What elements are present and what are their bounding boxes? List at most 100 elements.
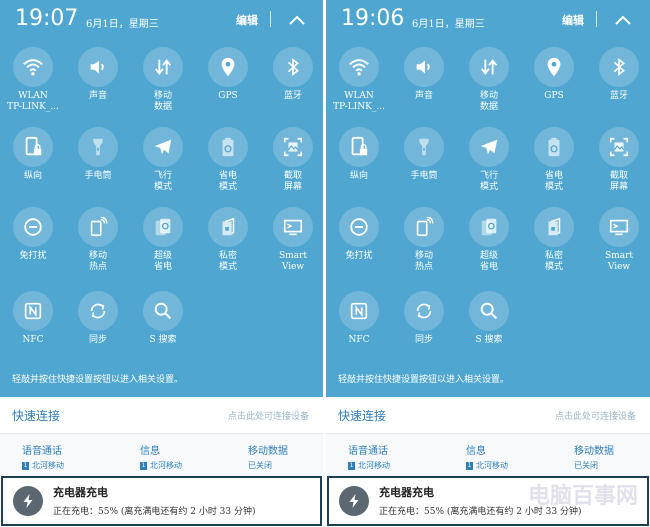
sync-icon bbox=[416, 303, 432, 319]
tile-power-saving[interactable]: 省电 模式 bbox=[524, 127, 584, 193]
mobile-data-icon bbox=[154, 59, 172, 75]
sim-1-badge: 1 bbox=[348, 461, 355, 470]
tile-ultra-power-saving[interactable]: 超级 省电 bbox=[459, 207, 519, 273]
sim-voice-call[interactable]: 语音通话 1 北河移动 bbox=[22, 442, 64, 471]
tile-private-mode[interactable]: 私密 模式 bbox=[524, 207, 584, 273]
tile-flashlight[interactable]: 手电筒 bbox=[394, 127, 454, 182]
tile-do-not-disturb[interactable]: 免打扰 bbox=[3, 207, 63, 262]
tile-portrait[interactable]: 纵向 bbox=[3, 127, 63, 182]
tile-private-mode[interactable]: 私密 模式 bbox=[198, 207, 258, 273]
tile-label: 私密 模式 bbox=[218, 251, 237, 272]
tile-label: 免打扰 bbox=[345, 251, 373, 261]
hotspot-icon bbox=[416, 216, 434, 237]
do-not-disturb-icon bbox=[24, 218, 42, 236]
tile-label: Smart View bbox=[279, 251, 307, 272]
s-finder-icon bbox=[154, 302, 172, 320]
sim-message[interactable]: 信息 1 北河移动 bbox=[140, 442, 182, 471]
sim-message-label: 信息 bbox=[466, 446, 486, 457]
quick-connect-bar[interactable]: 快速连接 点击此处可连接设备 bbox=[326, 397, 650, 433]
sim-1-badge: 1 bbox=[22, 461, 29, 470]
header-divider bbox=[270, 11, 271, 27]
tile-bluetooth[interactable]: 蓝牙 bbox=[263, 47, 323, 102]
wifi-icon bbox=[23, 59, 43, 76]
tile-label: 蓝牙 bbox=[609, 91, 628, 101]
quick-connect-hint: 点击此处可连接设备 bbox=[554, 412, 636, 422]
flashlight-icon bbox=[419, 138, 429, 156]
tile-mobile-data[interactable]: 移动 数据 bbox=[133, 47, 193, 113]
tile-label: 飞行 模式 bbox=[479, 171, 498, 192]
chevron-up-icon bbox=[289, 15, 305, 25]
portrait-lock-icon bbox=[351, 136, 368, 156]
tile-screenshot[interactable]: 截取 屏幕 bbox=[263, 127, 323, 193]
tile-sync[interactable]: 同步 bbox=[68, 291, 128, 346]
tile-gps[interactable]: GPS bbox=[524, 47, 584, 102]
tile-label: NFC bbox=[22, 335, 44, 345]
s-finder-icon bbox=[480, 302, 498, 320]
tile-smart-view[interactable]: Smart View bbox=[263, 207, 323, 273]
clock: 19:06 bbox=[341, 6, 405, 31]
tile-ultra-power-saving[interactable]: 超级 省电 bbox=[133, 207, 193, 273]
sim-mobile-data[interactable]: 移动数据 已关闭 bbox=[248, 442, 288, 471]
tile-label: WLAN TP-LINK_... bbox=[333, 91, 385, 112]
tile-label: 移动 热点 bbox=[88, 251, 107, 272]
tile-airplane[interactable]: 飞行 模式 bbox=[133, 127, 193, 193]
sim-message[interactable]: 信息 1 北河移动 bbox=[466, 442, 508, 471]
sim-mobile-data[interactable]: 移动数据 已关闭 bbox=[574, 442, 614, 471]
charging-notification[interactable]: 充电器充电 正在充电：55% (离充满电还有约 2 小时 33 分钟) bbox=[1, 476, 322, 526]
tile-sync[interactable]: 同步 bbox=[394, 291, 454, 346]
quick-connect-bar[interactable]: 快速连接 点击此处可连接设备 bbox=[0, 397, 323, 433]
tile-portrait[interactable]: 纵向 bbox=[329, 127, 389, 182]
sim-1-badge: 1 bbox=[466, 461, 473, 470]
private-mode-icon bbox=[222, 217, 235, 236]
ultra-power-saving-icon bbox=[155, 218, 171, 236]
quick-connect-title: 快速连接 bbox=[12, 409, 61, 423]
tile-sound[interactable]: 声音 bbox=[394, 47, 454, 102]
tile-hotspot[interactable]: 移动 热点 bbox=[394, 207, 454, 273]
tile-s-finder[interactable]: S 搜索 bbox=[459, 291, 519, 346]
collapse-button[interactable] bbox=[284, 9, 310, 31]
tile-label: 移动 热点 bbox=[414, 251, 433, 272]
tile-gps[interactable]: GPS bbox=[198, 47, 258, 102]
tile-label: 声音 bbox=[414, 91, 433, 101]
sim-voice-call[interactable]: 语音通话 1 北河移动 bbox=[348, 442, 390, 471]
tile-label: 同步 bbox=[414, 335, 433, 345]
power-saving-icon bbox=[548, 137, 560, 157]
charging-status: 正在充电：55% (离充满电还有约 2 小时 33 分钟) bbox=[53, 507, 256, 517]
tile-label: 纵向 bbox=[349, 171, 368, 181]
tile-sound[interactable]: 声音 bbox=[68, 47, 128, 102]
sound-icon bbox=[416, 60, 430, 74]
tile-power-saving[interactable]: 省电 模式 bbox=[198, 127, 258, 193]
tile-bluetooth[interactable]: 蓝牙 bbox=[589, 47, 649, 102]
watermark: 电脑百事网 bbox=[527, 484, 638, 509]
edit-button[interactable]: 编辑 bbox=[562, 12, 584, 28]
tile-hotspot[interactable]: 移动 热点 bbox=[68, 207, 128, 273]
sim-data-label: 移动数据 bbox=[574, 446, 614, 457]
tile-wlan[interactable]: WLAN TP-LINK_... bbox=[3, 47, 63, 113]
tile-nfc[interactable]: NFC bbox=[329, 291, 389, 346]
edit-button[interactable]: 编辑 bbox=[236, 12, 258, 28]
do-not-disturb-icon bbox=[350, 218, 368, 236]
tile-airplane[interactable]: 飞行 模式 bbox=[459, 127, 519, 193]
tile-label: 省电 模式 bbox=[218, 171, 237, 192]
tile-label: GPS bbox=[218, 91, 238, 101]
tile-smart-view[interactable]: Smart View bbox=[589, 207, 649, 273]
tile-screenshot[interactable]: 截取 屏幕 bbox=[589, 127, 649, 193]
tile-nfc[interactable]: NFC bbox=[3, 291, 63, 346]
tile-label: 手电筒 bbox=[84, 171, 112, 181]
sim-voice-label: 语音通话 bbox=[348, 446, 388, 457]
ultra-power-saving-icon bbox=[481, 218, 497, 236]
tile-wlan[interactable]: WLAN TP-LINK_... bbox=[329, 47, 389, 113]
tile-label: 飞行 模式 bbox=[153, 171, 172, 192]
sim-data-status: 已关闭 bbox=[574, 461, 598, 470]
smart-view-icon bbox=[609, 219, 629, 236]
tile-label: 蓝牙 bbox=[283, 91, 302, 101]
private-mode-icon bbox=[548, 217, 561, 236]
tile-label: NFC bbox=[348, 335, 370, 345]
tile-do-not-disturb[interactable]: 免打扰 bbox=[329, 207, 389, 262]
tile-s-finder[interactable]: S 搜索 bbox=[133, 291, 193, 346]
collapse-button[interactable] bbox=[610, 9, 636, 31]
tile-mobile-data[interactable]: 移动 数据 bbox=[459, 47, 519, 113]
sim-voice-carrier: 北河移动 bbox=[32, 461, 64, 470]
sim-bar: 语音通话 1 北河移动 信息 1 北河移动 移动数据 已关闭 bbox=[0, 433, 323, 476]
tile-flashlight[interactable]: 手电筒 bbox=[68, 127, 128, 182]
